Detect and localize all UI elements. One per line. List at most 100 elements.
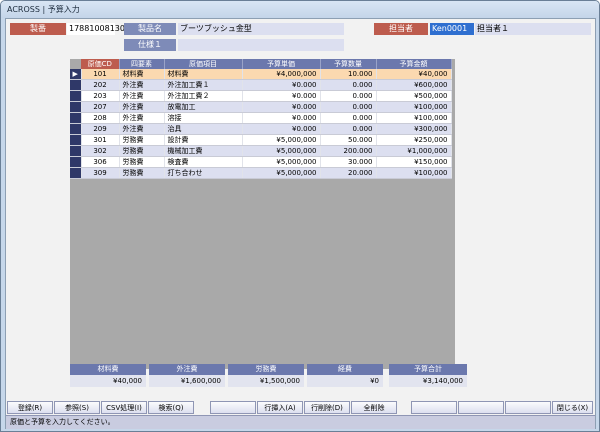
- table-row[interactable]: 309 労務費 打ち合わせ ¥5,000,000 20.000 ¥100,000: [70, 167, 452, 179]
- csv-button[interactable]: CSV処理(I): [101, 401, 147, 414]
- cell-price[interactable]: ¥5,000,000: [242, 145, 321, 157]
- cell-element[interactable]: 外注費: [119, 79, 165, 91]
- cell-cd[interactable]: 202: [81, 79, 120, 91]
- function-button-blank-1[interactable]: [210, 401, 256, 414]
- cell-element[interactable]: 材料費: [119, 69, 165, 80]
- cell-qty[interactable]: 0.000: [320, 90, 377, 102]
- cell-item[interactable]: 打ち合わせ: [164, 167, 243, 179]
- delete-all-button[interactable]: 全削除: [351, 401, 397, 414]
- cell-qty[interactable]: 20.000: [320, 167, 377, 179]
- cell-amount[interactable]: ¥100,000: [376, 112, 452, 124]
- col-header-amount[interactable]: 予算金額: [376, 59, 452, 69]
- register-button[interactable]: 登録(R): [7, 401, 53, 414]
- table-row[interactable]: 202 外注費 外注加工費１ ¥0.000 0.000 ¥600,000: [70, 79, 452, 91]
- cell-item[interactable]: 材料費: [164, 69, 243, 80]
- cell-amount[interactable]: ¥100,000: [376, 167, 452, 179]
- cell-cd[interactable]: 309: [81, 167, 120, 179]
- cell-amount[interactable]: ¥300,000: [376, 123, 452, 135]
- cell-element[interactable]: 労務費: [119, 145, 165, 157]
- cell-price[interactable]: ¥0.000: [242, 101, 321, 113]
- cell-item[interactable]: 外注加工費１: [164, 79, 243, 91]
- cell-item[interactable]: 治具: [164, 123, 243, 135]
- cell-amount[interactable]: ¥1,000,000: [376, 145, 452, 157]
- budget-grid[interactable]: 原価CD 四要素 原価項目 予算単価 予算数量 予算金額 ▶ 101 材料費 材料費 ¥…: [70, 59, 455, 369]
- row-header-cell[interactable]: [70, 90, 82, 102]
- delete-row-button[interactable]: 行削除(D): [304, 401, 350, 414]
- close-button[interactable]: 閉じる(X): [552, 401, 593, 414]
- cell-cd[interactable]: 302: [81, 145, 120, 157]
- cell-item[interactable]: 外注加工費２: [164, 90, 243, 102]
- cell-price[interactable]: ¥5,000,000: [242, 167, 321, 179]
- cell-price[interactable]: ¥5,000,000: [242, 134, 321, 146]
- cell-item[interactable]: 機械加工費: [164, 145, 243, 157]
- cell-element[interactable]: 労務費: [119, 167, 165, 179]
- col-header-price[interactable]: 予算単価: [242, 59, 321, 69]
- product-name-field[interactable]: ブーツブッシュ金型: [178, 23, 344, 35]
- cell-cd[interactable]: 306: [81, 156, 120, 168]
- cell-cd[interactable]: 207: [81, 101, 120, 113]
- cell-element[interactable]: 外注費: [119, 123, 165, 135]
- reference-button[interactable]: 参照(S): [54, 401, 100, 414]
- cell-cd[interactable]: 101: [81, 69, 120, 80]
- col-header-item[interactable]: 原価項目: [164, 59, 243, 69]
- spec-field[interactable]: [178, 39, 344, 51]
- cell-amount[interactable]: ¥100,000: [376, 101, 452, 113]
- row-header-cell[interactable]: [70, 101, 82, 113]
- insert-row-button[interactable]: 行挿入(A): [257, 401, 303, 414]
- table-row[interactable]: 203 外注費 外注加工費２ ¥0.000 0.000 ¥500,000: [70, 90, 452, 102]
- cell-qty[interactable]: 0.000: [320, 79, 377, 91]
- cell-amount[interactable]: ¥250,000: [376, 134, 452, 146]
- cell-qty[interactable]: 0.000: [320, 112, 377, 124]
- cell-qty[interactable]: 0.000: [320, 101, 377, 113]
- cell-item[interactable]: 検査費: [164, 156, 243, 168]
- cell-element[interactable]: 外注費: [119, 90, 165, 102]
- cell-cd[interactable]: 209: [81, 123, 120, 135]
- cell-cd[interactable]: 203: [81, 90, 120, 102]
- cell-price[interactable]: ¥4,000,000: [242, 69, 321, 80]
- row-header-cell[interactable]: [70, 145, 82, 157]
- cell-item[interactable]: 放電加工: [164, 101, 243, 113]
- row-header-cell[interactable]: [70, 134, 82, 146]
- cell-qty[interactable]: 200.000: [320, 145, 377, 157]
- table-row[interactable]: 301 労務費 設計費 ¥5,000,000 50.000 ¥250,000: [70, 134, 452, 146]
- function-button-blank-2[interactable]: [411, 401, 457, 414]
- row-header-cell[interactable]: [70, 112, 82, 124]
- table-row[interactable]: 209 外注費 治具 ¥0.000 0.000 ¥300,000: [70, 123, 452, 135]
- table-row[interactable]: 207 外注費 放電加工 ¥0.000 0.000 ¥100,000: [70, 101, 452, 113]
- search-button[interactable]: 検索(Q): [148, 401, 194, 414]
- col-header-cd[interactable]: 原価CD: [81, 59, 120, 69]
- table-row[interactable]: ▶ 101 材料費 材料費 ¥4,000,000 10.000 ¥40,000: [70, 69, 452, 80]
- table-row[interactable]: 302 労務費 機械加工費 ¥5,000,000 200.000 ¥1,000,000: [70, 145, 452, 157]
- row-header-cell[interactable]: [70, 167, 82, 179]
- cell-amount[interactable]: ¥600,000: [376, 79, 452, 91]
- col-header-element[interactable]: 四要素: [119, 59, 165, 69]
- cell-price[interactable]: ¥0.000: [242, 90, 321, 102]
- row-header-cell[interactable]: [70, 79, 82, 91]
- col-header-qty[interactable]: 予算数量: [320, 59, 377, 69]
- cell-element[interactable]: 労務費: [119, 156, 165, 168]
- function-button-blank-4[interactable]: [505, 401, 551, 414]
- cell-item[interactable]: 設計費: [164, 134, 243, 146]
- cell-element[interactable]: 労務費: [119, 134, 165, 146]
- cell-qty[interactable]: 50.000: [320, 134, 377, 146]
- cell-price[interactable]: ¥5,000,000: [242, 156, 321, 168]
- cell-price[interactable]: ¥0.000: [242, 112, 321, 124]
- row-header-cell[interactable]: [70, 123, 82, 135]
- cell-element[interactable]: 外注費: [119, 101, 165, 113]
- cell-amount[interactable]: ¥150,000: [376, 156, 452, 168]
- row-header-cell[interactable]: [70, 156, 82, 168]
- cell-price[interactable]: ¥0.000: [242, 79, 321, 91]
- table-row[interactable]: 208 外注費 溶接 ¥0.000 0.000 ¥100,000: [70, 112, 452, 124]
- cell-cd[interactable]: 301: [81, 134, 120, 146]
- cell-qty[interactable]: 0.000: [320, 123, 377, 135]
- cell-qty[interactable]: 30.000: [320, 156, 377, 168]
- cell-element[interactable]: 外注費: [119, 112, 165, 124]
- function-button-blank-3[interactable]: [458, 401, 504, 414]
- cell-amount[interactable]: ¥500,000: [376, 90, 452, 102]
- cell-amount[interactable]: ¥40,000: [376, 69, 452, 80]
- cell-item[interactable]: 溶接: [164, 112, 243, 124]
- cell-qty[interactable]: 10.000: [320, 69, 377, 80]
- table-row[interactable]: 306 労務費 検査費 ¥5,000,000 30.000 ¥150,000: [70, 156, 452, 168]
- person-code-field[interactable]: Ken0001: [430, 23, 474, 35]
- cell-cd[interactable]: 208: [81, 112, 120, 124]
